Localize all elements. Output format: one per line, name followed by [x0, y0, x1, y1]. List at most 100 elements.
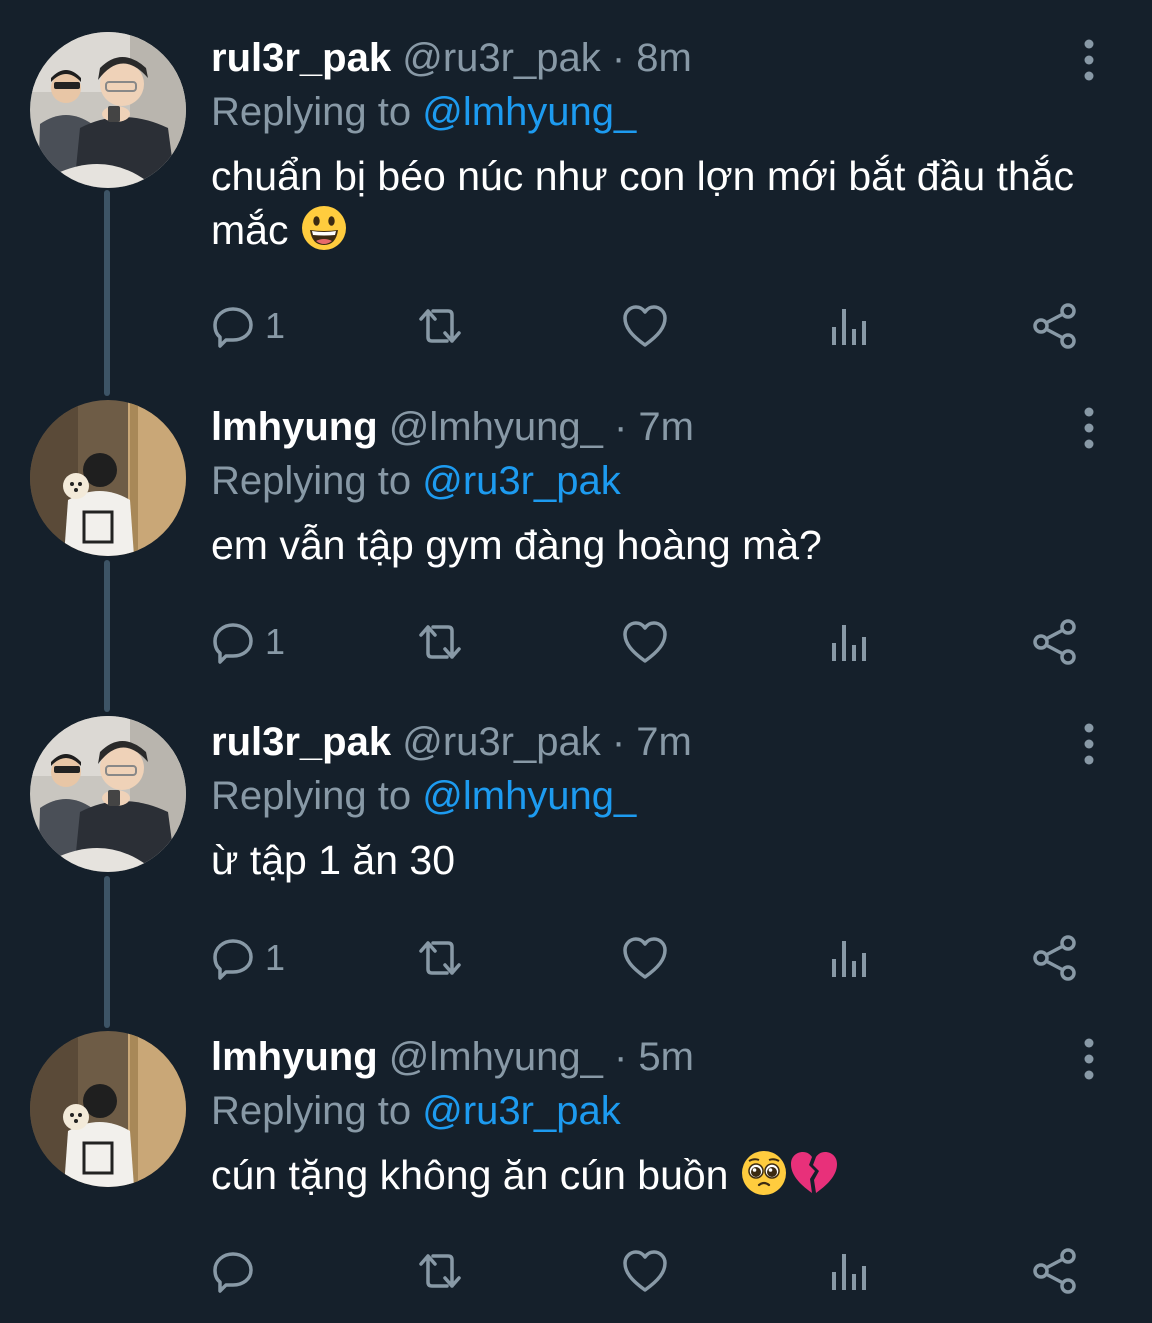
- like-icon: [621, 303, 669, 349]
- analytics-icon: [829, 303, 871, 349]
- tweet-header: rul3r_pak @ru3r_pak · 8m: [211, 31, 1082, 85]
- user-handle[interactable]: @lmhyung_: [389, 405, 603, 449]
- reply-count: 1: [265, 305, 286, 346]
- tweet-text-body: ừ tập 1 ăn 30: [211, 837, 456, 883]
- replying-to: Replying to @lmhyung_: [211, 769, 1082, 823]
- reply-to-handle[interactable]: @ru3r_pak: [422, 1089, 620, 1133]
- reply-to-handle[interactable]: @lmhyung_: [422, 774, 636, 818]
- tweet[interactable]: rul3r_pak @ru3r_pak · 7m Replying to @lm…: [0, 700, 1152, 1015]
- replying-to: Replying to @ru3r_pak: [211, 1084, 1082, 1138]
- reply-icon: [211, 619, 257, 665]
- tweet-header: lmhyung @lmhyung_ · 5m: [211, 1030, 1082, 1084]
- share-icon: [1031, 302, 1079, 350]
- tweet-text: ừ tập 1 ăn 30: [211, 833, 1082, 887]
- reply-icon: [211, 303, 257, 349]
- retweet-icon: [413, 1248, 467, 1294]
- retweet-button[interactable]: [413, 1245, 467, 1297]
- share-icon: [1031, 618, 1079, 666]
- user-handle[interactable]: @ru3r_pak: [402, 36, 600, 80]
- timestamp[interactable]: 7m: [638, 405, 694, 449]
- like-icon: [621, 619, 669, 665]
- share-button[interactable]: [1031, 1245, 1079, 1297]
- like-button[interactable]: [621, 616, 669, 668]
- analytics-icon: [829, 935, 871, 981]
- reply-button[interactable]: 1: [211, 932, 285, 984]
- tweet-header: rul3r_pak @ru3r_pak · 7m: [211, 715, 1082, 769]
- user-handle[interactable]: @lmhyung_: [389, 1035, 603, 1079]
- more-vertical-icon[interactable]: [1074, 722, 1104, 766]
- separator-dot: ·: [611, 36, 626, 80]
- retweet-icon: [413, 619, 467, 665]
- reply-to-handle[interactable]: @lmhyung_: [422, 90, 636, 134]
- like-button[interactable]: [621, 1245, 669, 1297]
- timestamp[interactable]: 7m: [636, 720, 692, 764]
- user-handle[interactable]: @ru3r_pak: [402, 720, 600, 764]
- share-icon: [1031, 934, 1079, 982]
- tweet[interactable]: lmhyung @lmhyung_ · 7m Replying to @ru3r…: [0, 380, 1152, 700]
- broken-heart-emoji: [788, 1149, 840, 1210]
- share-button[interactable]: [1031, 616, 1079, 668]
- analytics-button[interactable]: [829, 616, 871, 668]
- reply-count: 1: [265, 621, 286, 662]
- more-vertical-icon[interactable]: [1074, 38, 1104, 82]
- reply-icon: [211, 935, 257, 981]
- retweet-button[interactable]: [413, 300, 467, 352]
- tweet[interactable]: lmhyung @lmhyung_ · 5m Replying to @ru3r…: [0, 1015, 1152, 1323]
- reply-to-handle[interactable]: @ru3r_pak: [422, 459, 620, 503]
- like-button[interactable]: [621, 300, 669, 352]
- retweet-icon: [413, 303, 467, 349]
- replying-to: Replying to @ru3r_pak: [211, 454, 1082, 508]
- reply-count: 1: [265, 937, 286, 978]
- more-vertical-icon[interactable]: [1074, 406, 1104, 450]
- display-name[interactable]: lmhyung: [211, 405, 378, 449]
- tweet-header: lmhyung @lmhyung_ · 7m: [211, 400, 1082, 454]
- analytics-icon: [829, 619, 871, 665]
- tweet-actions: 1: [211, 932, 1091, 984]
- timestamp[interactable]: 5m: [638, 1035, 694, 1079]
- separator-dot: ·: [613, 405, 628, 449]
- replying-to-label: Replying to: [211, 1089, 412, 1133]
- display-name[interactable]: rul3r_pak: [211, 36, 391, 80]
- tweet-actions: 1: [211, 300, 1091, 352]
- tweet[interactable]: rul3r_pak @ru3r_pak · 8m Replying to @lm…: [0, 0, 1152, 380]
- more-vertical-icon[interactable]: [1074, 1037, 1104, 1081]
- conversation-thread: rul3r_pak @ru3r_pak · 8m Replying to @lm…: [0, 0, 1152, 1323]
- retweet-button[interactable]: [413, 932, 467, 984]
- separator-dot: ·: [613, 1035, 628, 1079]
- avatar[interactable]: [30, 716, 186, 872]
- share-button[interactable]: [1031, 300, 1079, 352]
- share-icon: [1031, 1247, 1079, 1295]
- replying-to-label: Replying to: [211, 459, 412, 503]
- reply-icon: [211, 1248, 257, 1294]
- tweet-actions: [211, 1245, 1091, 1297]
- avatar[interactable]: [30, 1031, 186, 1187]
- analytics-icon: [829, 1248, 871, 1294]
- share-button[interactable]: [1031, 932, 1079, 984]
- avatar[interactable]: [30, 400, 186, 556]
- tweet-text-body: em vẫn tập gym đàng hoàng mà?: [211, 522, 822, 568]
- timestamp[interactable]: 8m: [636, 36, 692, 80]
- analytics-button[interactable]: [829, 1245, 871, 1297]
- like-button[interactable]: [621, 932, 669, 984]
- tweet-text: em vẫn tập gym đàng hoàng mà?: [211, 518, 1082, 572]
- grinning-face-emoji: [300, 204, 348, 265]
- replying-to-label: Replying to: [211, 774, 412, 818]
- like-icon: [621, 935, 669, 981]
- reply-button[interactable]: [211, 1245, 265, 1297]
- separator-dot: ·: [611, 720, 626, 764]
- like-icon: [621, 1248, 669, 1294]
- retweet-button[interactable]: [413, 616, 467, 668]
- avatar[interactable]: [30, 32, 186, 188]
- reply-button[interactable]: 1: [211, 616, 285, 668]
- display-name[interactable]: rul3r_pak: [211, 720, 391, 764]
- retweet-icon: [413, 935, 467, 981]
- tweet-text-body: cún tặng không ăn cún buồn: [211, 1152, 729, 1198]
- analytics-button[interactable]: [829, 932, 871, 984]
- tweet-text: cún tặng không ăn cún buồn: [211, 1148, 1082, 1210]
- tweet-actions: 1: [211, 616, 1091, 668]
- display-name[interactable]: lmhyung: [211, 1035, 378, 1079]
- reply-button[interactable]: 1: [211, 300, 285, 352]
- pleading-face-emoji: [740, 1149, 788, 1210]
- tweet-text: chuẩn bị béo núc như con lợn mới bắt đầu…: [211, 149, 1082, 265]
- analytics-button[interactable]: [829, 300, 871, 352]
